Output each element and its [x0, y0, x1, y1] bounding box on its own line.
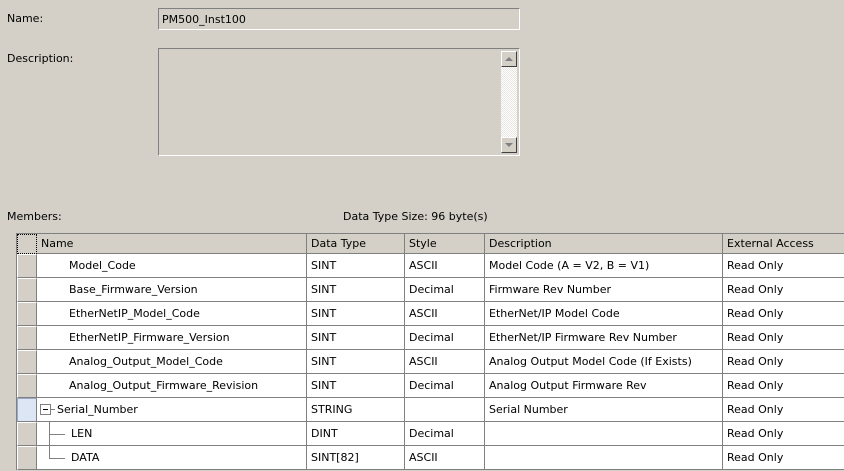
row-selector[interactable] [17, 326, 37, 350]
column-header-external-access[interactable]: External Access [723, 234, 844, 254]
member-description[interactable]: Analog Output Firmware Rev [485, 374, 723, 398]
tree-line [49, 434, 65, 435]
member-external-access[interactable]: Read Only [723, 446, 844, 470]
scroll-up-button[interactable] [501, 51, 517, 67]
member-description[interactable]: EtherNet/IP Model Code [485, 302, 723, 326]
scroll-down-button[interactable] [501, 137, 517, 153]
member-style[interactable]: Decimal [405, 278, 485, 302]
member-style[interactable] [405, 398, 485, 422]
member-style[interactable]: Decimal [405, 374, 485, 398]
member-description[interactable] [485, 446, 723, 470]
member-name-expandable[interactable]: Serial_Number [37, 398, 307, 422]
member-data-type[interactable]: DINT [307, 422, 405, 446]
member-name[interactable]: Base_Firmware_Version [37, 278, 307, 302]
arrow-down-icon [505, 143, 513, 147]
name-label: Name: [7, 12, 44, 25]
member-external-access[interactable]: Read Only [723, 350, 844, 374]
member-name-child[interactable]: LEN [37, 422, 307, 446]
column-header-style[interactable]: Style [405, 234, 485, 254]
member-style[interactable]: ASCII [405, 350, 485, 374]
grid-header-row: Name Data Type Style Description Externa… [17, 234, 844, 254]
tree-connector [51, 409, 55, 410]
member-style[interactable]: ASCII [405, 446, 485, 470]
member-description[interactable]: EtherNet/IP Firmware Rev Number [485, 326, 723, 350]
member-external-access[interactable]: Read Only [723, 254, 844, 278]
arrow-up-icon [505, 57, 513, 61]
row-selector[interactable] [17, 446, 37, 470]
member-data-type[interactable]: STRING [307, 398, 405, 422]
column-header-data-type[interactable]: Data Type [307, 234, 405, 254]
row-selector[interactable] [17, 302, 37, 326]
description-scrollbar[interactable] [501, 51, 517, 153]
member-external-access[interactable]: Read Only [723, 398, 844, 422]
member-external-access[interactable]: Read Only [723, 326, 844, 350]
row-selector[interactable] [17, 278, 37, 302]
collapse-icon[interactable] [40, 404, 51, 415]
member-name[interactable]: Model_Code [37, 254, 307, 278]
row-selector[interactable] [17, 422, 37, 446]
header-select-all[interactable] [17, 234, 37, 254]
column-header-description[interactable]: Description [485, 234, 723, 254]
member-description[interactable]: Model Code (A = V2, B = V1) [485, 254, 723, 278]
table-row[interactable]: Model_Code SINT ASCII Model Code (A = V2… [17, 254, 844, 278]
data-type-size-label: Data Type Size: 96 byte(s) [343, 210, 488, 223]
member-data-type[interactable]: SINT [307, 302, 405, 326]
member-name[interactable]: EtherNetIP_Model_Code [37, 302, 307, 326]
member-name[interactable]: Analog_Output_Firmware_Revision [37, 374, 307, 398]
table-row[interactable]: DATA SINT[82] ASCII Read Only [17, 446, 844, 470]
member-style[interactable]: Decimal [405, 422, 485, 446]
table-row[interactable]: EtherNetIP_Model_Code SINT ASCII EtherNe… [17, 302, 844, 326]
description-field[interactable] [158, 48, 520, 156]
table-row[interactable]: Analog_Output_Firmware_Revision SINT Dec… [17, 374, 844, 398]
member-name-child[interactable]: DATA [37, 446, 307, 470]
row-selector-current[interactable] [17, 398, 37, 422]
member-style[interactable]: ASCII [405, 254, 485, 278]
members-label: Members: [7, 210, 62, 223]
description-label: Description: [7, 52, 74, 65]
member-data-type[interactable]: SINT [307, 374, 405, 398]
member-data-type[interactable]: SINT[82] [307, 446, 405, 470]
column-header-name[interactable]: Name [37, 234, 307, 254]
member-description[interactable]: Analog Output Model Code (If Exists) [485, 350, 723, 374]
table-row[interactable]: Base_Firmware_Version SINT Decimal Firmw… [17, 278, 844, 302]
members-grid[interactable]: Name Data Type Style Description Externa… [16, 233, 844, 470]
name-field[interactable]: PM500_Inst100 [158, 8, 520, 30]
row-selector[interactable] [17, 374, 37, 398]
table-row[interactable]: Serial_Number STRING Serial Number Read … [17, 398, 844, 422]
member-name: Serial_Number [57, 403, 138, 416]
member-name: LEN [71, 427, 93, 440]
member-description[interactable]: Serial Number [485, 398, 723, 422]
member-data-type[interactable]: SINT [307, 278, 405, 302]
member-style[interactable]: ASCII [405, 302, 485, 326]
member-description[interactable] [485, 422, 723, 446]
row-selector[interactable] [17, 350, 37, 374]
tree-line [49, 458, 65, 459]
table-row[interactable]: EtherNetIP_Firmware_Version SINT Decimal… [17, 326, 844, 350]
row-selector[interactable] [17, 254, 37, 278]
member-name[interactable]: EtherNetIP_Firmware_Version [37, 326, 307, 350]
member-data-type[interactable]: SINT [307, 326, 405, 350]
member-external-access[interactable]: Read Only [723, 422, 844, 446]
table-row[interactable]: LEN DINT Decimal Read Only [17, 422, 844, 446]
member-external-access[interactable]: Read Only [723, 374, 844, 398]
member-external-access[interactable]: Read Only [723, 302, 844, 326]
member-name[interactable]: Analog_Output_Model_Code [37, 350, 307, 374]
member-description[interactable]: Firmware Rev Number [485, 278, 723, 302]
member-data-type[interactable]: SINT [307, 350, 405, 374]
member-data-type[interactable]: SINT [307, 254, 405, 278]
member-style[interactable]: Decimal [405, 326, 485, 350]
table-row[interactable]: Analog_Output_Model_Code SINT ASCII Anal… [17, 350, 844, 374]
member-name: DATA [71, 451, 100, 464]
member-external-access[interactable]: Read Only [723, 278, 844, 302]
